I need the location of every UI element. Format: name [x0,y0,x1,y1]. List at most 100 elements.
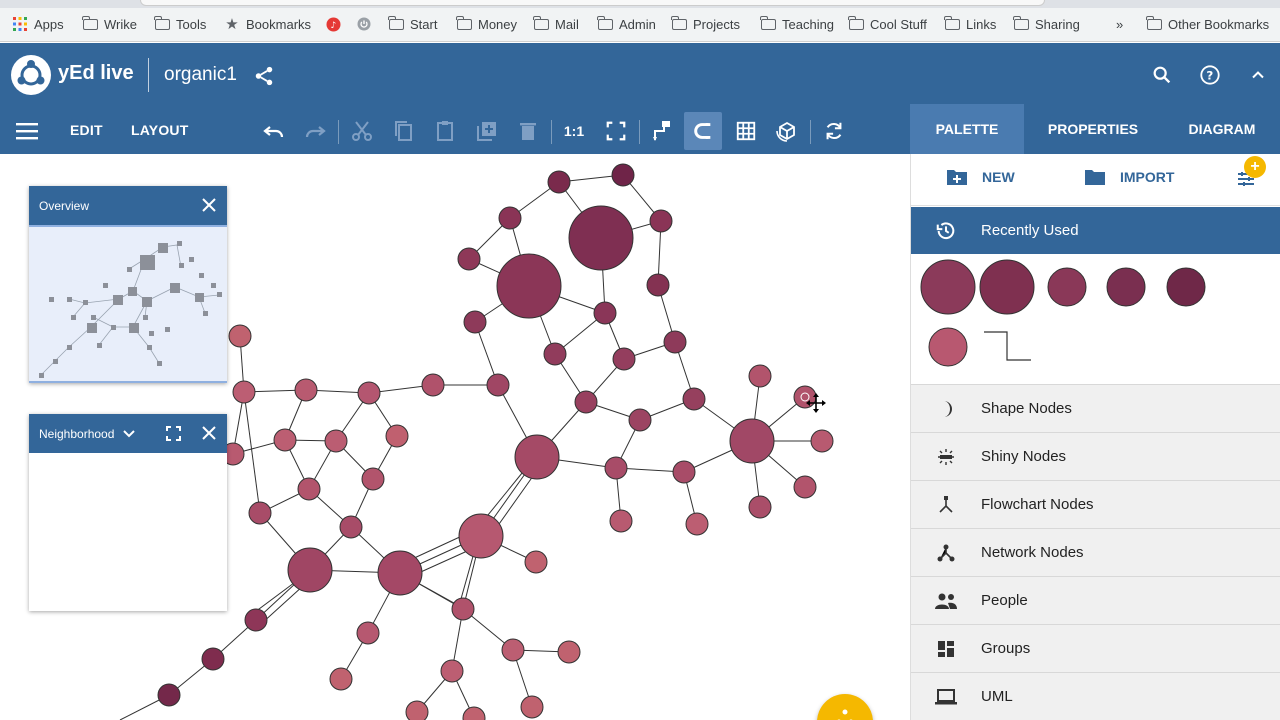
recent-node-medium-1[interactable] [1047,267,1087,307]
toolbar-separator [639,120,640,144]
bookmark-start[interactable]: Start [388,14,437,34]
bookmark-apps[interactable]: Apps [12,14,64,34]
document-name[interactable]: organic1 [164,64,237,86]
duplicate-icon [468,112,506,150]
overview-panel: Overview [29,186,227,383]
bookmark-admin[interactable]: Admin [597,14,656,34]
edit-menu[interactable]: EDIT [70,122,103,138]
recent-node-medium-3[interactable] [1166,267,1206,307]
bookmark-wrike[interactable]: Wrike [82,14,137,34]
layout-fab-button[interactable] [817,694,873,720]
folder-icon [533,15,549,32]
folder-icon [82,15,98,32]
bookmarks-overflow[interactable]: » [1116,14,1123,34]
toolbar-separator [810,120,811,144]
folder-icon [456,15,472,32]
bookmark-sharing[interactable]: Sharing [1013,14,1080,34]
bookmark-money[interactable]: Money [456,14,517,34]
folder-icon [1085,170,1105,185]
neighborhood-panel: Neighborhood [29,414,227,611]
category-groups[interactable]: Groups [911,624,1280,672]
overview-graph-thumbnail [39,241,222,378]
search-icon[interactable] [1150,63,1174,87]
bookmark-bookmarks[interactable]: ★ Bookmarks [224,14,311,34]
bookmark-mail[interactable]: Mail [533,14,579,34]
category-network-nodes[interactable]: Network Nodes [911,528,1280,576]
category-shiny-nodes[interactable]: Shiny Nodes [911,432,1280,480]
recent-node-light[interactable] [928,327,968,367]
category-people[interactable]: People [911,576,1280,624]
category-shape-nodes[interactable]: Shape Nodes [911,384,1280,432]
overview-minimap[interactable] [29,225,227,383]
bookmark-projects[interactable]: Projects [671,14,740,34]
fit-content-icon[interactable] [597,112,635,150]
tab-properties[interactable]: PROPERTIES [1034,104,1152,154]
folder-icon [760,15,776,32]
layout-menu[interactable]: LAYOUT [131,122,188,138]
folder-icon [597,15,613,32]
recently-used-items [911,254,1280,384]
chevron-down-icon[interactable] [122,427,136,441]
groups-icon [911,639,981,659]
network-icon [911,543,981,563]
bookmark-power[interactable] [356,14,378,34]
tab-diagram[interactable]: DIAGRAM [1166,104,1278,154]
copy-icon [384,112,422,150]
redo-icon [296,112,334,150]
folder-icon [154,15,170,32]
grid-icon[interactable] [727,112,765,150]
close-icon[interactable] [201,425,217,441]
edge-style-icon[interactable] [643,112,681,150]
graph-canvas[interactable]: Overview Neighborhood [0,154,910,720]
snapping-magnet-icon[interactable] [684,112,722,150]
delete-icon [509,112,547,150]
category-flowchart-nodes[interactable]: Flowchart Nodes [911,480,1280,528]
app-name: yEd live [58,62,134,84]
bookmark-links[interactable]: Links [944,14,996,34]
undo-icon[interactable] [255,112,293,150]
overview-title: Overview [39,198,90,213]
address-bar-edge[interactable] [140,0,1045,6]
shiny-icon [911,447,981,467]
palette-settings-icon[interactable]: + [1235,156,1266,192]
bookmark-teaching[interactable]: Teaching [760,14,834,34]
category-uml[interactable]: UML [911,672,1280,720]
close-icon[interactable] [201,197,217,213]
recently-used-header[interactable]: Recently Used [911,207,1280,254]
shape-moon-icon [911,399,981,419]
recent-node-medium-2[interactable] [1106,267,1146,307]
hamburger-menu-icon[interactable] [14,119,40,143]
bookmark-music[interactable]: ♪ [325,14,347,34]
expand-fullscreen-icon[interactable] [166,426,181,441]
fab-network-icon [837,709,853,720]
folder-icon [671,15,687,32]
bookmark-other[interactable]: Other Bookmarks [1146,14,1269,34]
zoom-one-to-one-button[interactable]: 1:1 [555,112,593,150]
music-red-icon: ♪ [325,16,341,32]
recent-node-large-2[interactable] [979,259,1035,315]
bookmark-tools[interactable]: Tools [154,14,206,34]
header-divider [148,58,149,92]
toolbar-separator [551,120,552,144]
3d-view-icon[interactable] [768,112,806,150]
help-icon[interactable]: ? [1198,63,1222,87]
graph-nodes[interactable] [157,163,834,720]
import-palette-button[interactable]: IMPORT [1084,168,1174,186]
share-icon[interactable] [252,64,276,88]
new-folder-icon [947,170,967,185]
people-icon [911,592,981,610]
refresh-layout-icon[interactable] [815,112,853,150]
recent-node-large-1[interactable] [920,259,976,315]
svg-text:♪: ♪ [330,21,336,31]
palette-actions: NEW IMPORT + [911,154,1280,206]
neighborhood-header: Neighborhood [29,414,227,453]
svg-text:?: ? [1206,69,1213,83]
new-palette-button[interactable]: NEW [946,168,1015,186]
recent-edge-orthogonal[interactable] [984,331,1031,361]
collapse-chevron-up-icon[interactable] [1246,63,1270,87]
palette-badge: + [1244,156,1266,178]
bookmarks-bar: Apps Wrike Tools ★ Bookmarks ♪ Start Mone… [0,0,1280,42]
flowchart-icon [911,495,981,515]
tab-palette[interactable]: PALETTE [910,104,1024,154]
bookmark-cool-stuff[interactable]: Cool Stuff [848,14,927,34]
